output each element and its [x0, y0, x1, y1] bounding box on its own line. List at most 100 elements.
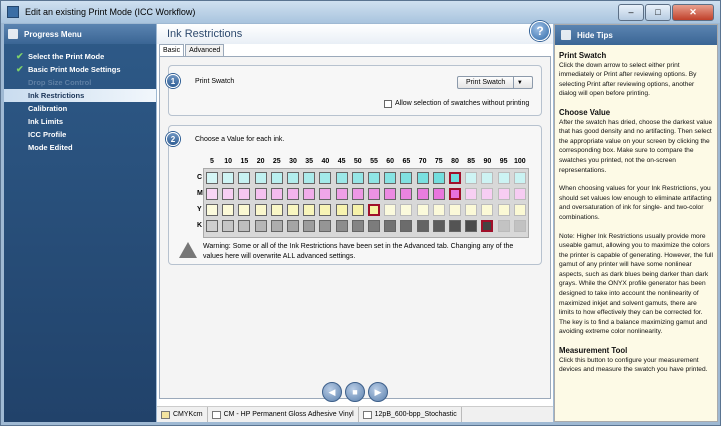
ink-swatch-m-95[interactable] [497, 188, 510, 200]
ink-swatch-m-25[interactable] [270, 188, 283, 200]
ink-swatch-c-20[interactable] [254, 172, 267, 184]
ink-swatch-k-85[interactable] [465, 220, 478, 232]
ink-swatch-y-70[interactable] [416, 204, 429, 216]
ink-swatch-k-90[interactable] [481, 220, 494, 232]
ink-swatch-y-5[interactable] [206, 204, 218, 216]
ink-swatch-c-45[interactable] [335, 172, 348, 184]
ink-swatch-c-5[interactable] [206, 172, 218, 184]
ink-swatch-y-90[interactable] [481, 204, 494, 216]
ink-swatch-c-55[interactable] [368, 172, 380, 184]
back-button[interactable]: ◀ [322, 382, 342, 402]
close-button[interactable]: ✕ [672, 3, 714, 21]
ink-swatch-k-30[interactable] [287, 220, 299, 232]
ink-swatch-c-90[interactable] [481, 172, 494, 184]
ink-swatch-m-70[interactable] [416, 188, 429, 200]
ink-swatch-y-65[interactable] [400, 204, 413, 216]
sidebar-step-ink-restrictions[interactable]: Ink Restrictions [4, 89, 156, 102]
tab-basic[interactable]: Basic [159, 44, 185, 56]
ink-swatch-c-95[interactable] [497, 172, 510, 184]
ink-swatch-c-70[interactable] [416, 172, 429, 184]
allow-selection-checkbox[interactable] [384, 100, 392, 108]
ink-swatch-k-60[interactable] [384, 220, 397, 232]
ink-swatch-k-80[interactable] [449, 220, 461, 232]
ink-swatch-y-20[interactable] [254, 204, 267, 216]
print-swatch-button[interactable]: Print Swatch ▼ [457, 76, 533, 89]
ink-swatch-c-80[interactable] [449, 172, 461, 184]
ink-swatch-y-80[interactable] [449, 204, 461, 216]
ink-swatch-y-10[interactable] [222, 204, 235, 216]
ink-swatch-m-20[interactable] [254, 188, 267, 200]
ink-swatch-y-60[interactable] [384, 204, 397, 216]
ink-swatch-k-65[interactable] [400, 220, 413, 232]
ink-swatch-c-30[interactable] [287, 172, 299, 184]
ink-swatch-k-20[interactable] [254, 220, 267, 232]
ink-swatch-k-35[interactable] [303, 220, 316, 232]
ink-swatch-k-100[interactable] [513, 220, 526, 232]
ink-swatch-c-35[interactable] [303, 172, 316, 184]
ink-swatch-y-40[interactable] [319, 204, 332, 216]
sidebar-step-basic-print-mode-settings[interactable]: ✔ Basic Print Mode Settings [4, 63, 156, 76]
ink-swatch-y-25[interactable] [270, 204, 283, 216]
ink-swatch-c-60[interactable] [384, 172, 397, 184]
ink-swatch-c-75[interactable] [432, 172, 445, 184]
tab-advanced[interactable]: Advanced [185, 44, 225, 56]
sidebar-step-mode-edited[interactable]: Mode Edited [4, 141, 156, 154]
ink-swatch-c-65[interactable] [400, 172, 413, 184]
ink-swatch-m-90[interactable] [481, 188, 494, 200]
ink-swatch-m-10[interactable] [222, 188, 235, 200]
ink-swatch-m-65[interactable] [400, 188, 413, 200]
ink-swatch-k-70[interactable] [416, 220, 429, 232]
ink-swatch-c-100[interactable] [513, 172, 526, 184]
ink-swatch-k-95[interactable] [497, 220, 510, 232]
ink-swatch-c-85[interactable] [465, 172, 478, 184]
ink-swatch-y-85[interactable] [465, 204, 478, 216]
next-button[interactable]: ▶ [368, 382, 388, 402]
ink-swatch-m-15[interactable] [238, 188, 251, 200]
ink-swatch-y-100[interactable] [513, 204, 526, 216]
ink-swatch-m-40[interactable] [319, 188, 332, 200]
ink-swatch-y-30[interactable] [287, 204, 299, 216]
ink-swatch-c-15[interactable] [238, 172, 251, 184]
ink-swatch-m-55[interactable] [368, 188, 380, 200]
ink-swatch-k-75[interactable] [432, 220, 445, 232]
ink-swatch-m-50[interactable] [351, 188, 364, 200]
maximize-button[interactable]: □ [645, 3, 671, 21]
ink-swatch-y-15[interactable] [238, 204, 251, 216]
ink-swatch-c-50[interactable] [351, 172, 364, 184]
ink-swatch-y-95[interactable] [497, 204, 510, 216]
minimize-button[interactable]: – [618, 3, 644, 21]
hide-tips-header[interactable]: Hide Tips [555, 25, 717, 45]
ink-swatch-m-85[interactable] [465, 188, 478, 200]
sidebar-step-icc-profile[interactable]: ICC Profile [4, 128, 156, 141]
ink-swatch-y-75[interactable] [432, 204, 445, 216]
sidebar-step-select-the-print-mode[interactable]: ✔ Select the Print Mode [4, 50, 156, 63]
ink-swatch-m-30[interactable] [287, 188, 299, 200]
ink-swatch-k-5[interactable] [206, 220, 218, 232]
ink-swatch-k-15[interactable] [238, 220, 251, 232]
ink-swatch-k-10[interactable] [222, 220, 235, 232]
sidebar-step-ink-limits[interactable]: Ink Limits [4, 115, 156, 128]
sidebar-step-calibration[interactable]: Calibration [4, 102, 156, 115]
ink-swatch-k-50[interactable] [351, 220, 364, 232]
ink-swatch-m-80[interactable] [449, 188, 461, 200]
ink-swatch-y-50[interactable] [351, 204, 364, 216]
ink-swatch-k-55[interactable] [368, 220, 380, 232]
ink-swatch-m-45[interactable] [335, 188, 348, 200]
ink-swatch-y-55[interactable] [368, 204, 380, 216]
ink-swatch-m-75[interactable] [432, 188, 445, 200]
ink-swatch-m-100[interactable] [513, 188, 526, 200]
ink-swatch-m-60[interactable] [384, 188, 397, 200]
chevron-down-icon[interactable]: ▼ [513, 77, 525, 88]
stop-button[interactable]: ■ [345, 382, 365, 402]
help-button[interactable]: ? [530, 21, 550, 41]
sidebar-step-drop-size-control[interactable]: Drop Size Control [4, 76, 156, 89]
ink-swatch-k-40[interactable] [319, 220, 332, 232]
ink-swatch-c-40[interactable] [319, 172, 332, 184]
ink-swatch-y-45[interactable] [335, 204, 348, 216]
ink-swatch-c-10[interactable] [222, 172, 235, 184]
ink-swatch-m-5[interactable] [206, 188, 218, 200]
ink-swatch-m-35[interactable] [303, 188, 316, 200]
ink-swatch-c-25[interactable] [270, 172, 283, 184]
ink-swatch-k-25[interactable] [270, 220, 283, 232]
ink-swatch-k-45[interactable] [335, 220, 348, 232]
